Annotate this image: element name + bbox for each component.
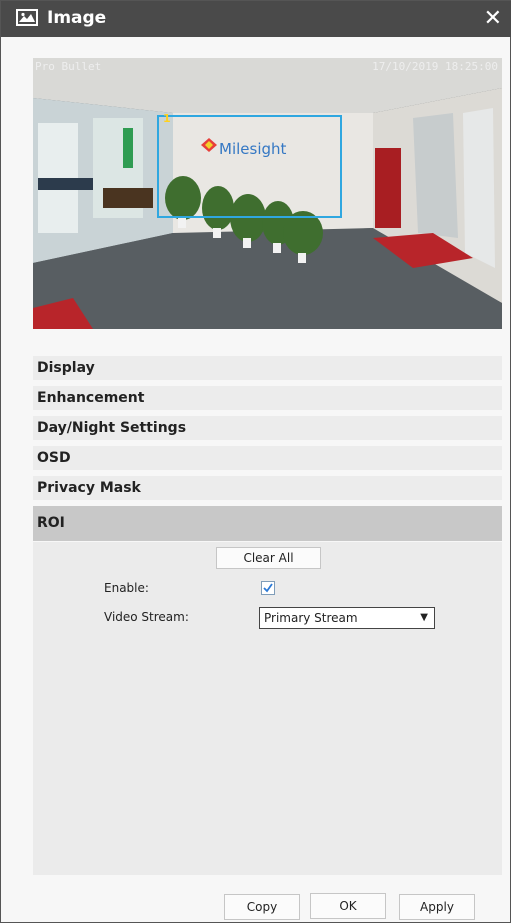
enable-checkbox[interactable] — [261, 581, 275, 595]
live-preview[interactable]: Milesight Pro Bullet 17/10/2019 18:25:00… — [33, 58, 502, 329]
dialog-titlebar: Image ✕ — [1, 1, 511, 37]
image-icon — [16, 9, 38, 26]
section-privacy-mask[interactable]: Privacy Mask — [33, 476, 502, 500]
video-stream-label: Video Stream: — [104, 610, 189, 624]
apply-button[interactable]: Apply — [399, 894, 475, 920]
roi-region-number: 1 — [163, 112, 171, 125]
section-enhancement[interactable]: Enhancement — [33, 386, 502, 410]
close-icon[interactable]: ✕ — [484, 6, 502, 31]
ok-button[interactable]: OK — [310, 893, 386, 919]
timestamp-overlay: 17/10/2019 18:25:00 — [372, 60, 498, 73]
section-roi[interactable]: ROI — [33, 506, 502, 541]
section-day-night-settings[interactable]: Day/Night Settings — [33, 416, 502, 440]
checkmark-icon — [263, 583, 273, 593]
enable-label: Enable: — [104, 581, 149, 595]
camera-name-overlay: Pro Bullet — [35, 60, 102, 73]
video-stream-select[interactable]: Primary Stream ▼ — [259, 607, 435, 629]
copy-button[interactable]: Copy — [224, 894, 300, 920]
section-osd[interactable]: OSD — [33, 446, 502, 470]
video-stream-value: Primary Stream — [264, 611, 358, 625]
roi-region[interactable] — [157, 115, 342, 218]
image-settings-dialog: Image ✕ Milesight Pro Bullet 17/10/2019 … — [0, 0, 511, 923]
chevron-down-icon: ▼ — [420, 612, 428, 623]
section-display[interactable]: Display — [33, 356, 502, 380]
clear-all-button[interactable]: Clear All — [216, 547, 321, 569]
dialog-title: Image — [47, 8, 107, 28]
